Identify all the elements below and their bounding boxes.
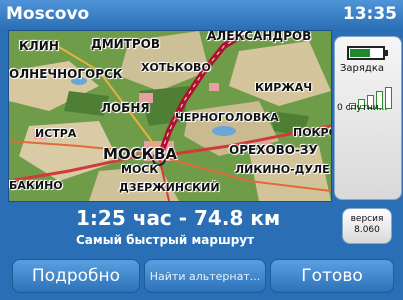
version-number: 8.060 <box>354 225 380 235</box>
satellites-label: 0 спутни... <box>337 103 388 113</box>
city-label: ДМИТРОВ <box>91 37 160 51</box>
city-label: ИСТРА <box>35 127 77 140</box>
title-bar: Moscovo 13:35 <box>0 0 403 30</box>
city-label: АЛЕКСАНДРОВ <box>207 30 312 43</box>
find-alternative-button[interactable]: Найти альтернат... <box>144 259 266 293</box>
city-label: ОЛНЕЧНОГОРСК <box>9 67 123 81</box>
city-label: ОРЕХОВО-ЗУ <box>229 143 318 157</box>
status-panel: Зарядка 0 спутни... <box>334 36 402 200</box>
city-label: МОСК <box>121 163 159 176</box>
route-map[interactable]: КЛИН ДМИТРОВ АЛЕКСАНДРОВ ХОТЬКОВО ОЛНЕЧН… <box>8 30 332 202</box>
city-label: КИРЖАЧ <box>255 81 313 94</box>
city-label: ЛОБНЯ <box>101 101 150 115</box>
clock: 13:35 <box>342 4 397 24</box>
city-label: ХОТЬКОВО <box>141 61 211 74</box>
city-label: ДЗЕРЖИНСКИЙ <box>119 181 220 194</box>
battery-icon <box>347 46 385 60</box>
battery-cap <box>385 50 388 56</box>
route-type: Самый быстрый маршрут <box>76 233 255 247</box>
version-badge[interactable]: версия 8.060 <box>342 208 392 244</box>
city-label-moscow: МОСКВА <box>103 145 177 163</box>
city-label: ПОКРО <box>293 126 331 139</box>
version-label: версия <box>350 214 384 224</box>
done-button[interactable]: Готово <box>270 259 394 293</box>
city-label: ЛИКИНО-ДУЛЕ <box>235 163 330 176</box>
city-label: КЛИН <box>19 39 59 53</box>
city-label: БАКИНО <box>9 179 63 192</box>
charge-label: Зарядка <box>340 63 384 74</box>
details-button[interactable]: Подробно <box>12 259 140 293</box>
location-title: Moscovo <box>6 4 90 24</box>
city-label: ЧЕРНОГОЛОВКА <box>175 111 279 124</box>
route-summary: 1:25 час - 74.8 км <box>76 206 281 230</box>
